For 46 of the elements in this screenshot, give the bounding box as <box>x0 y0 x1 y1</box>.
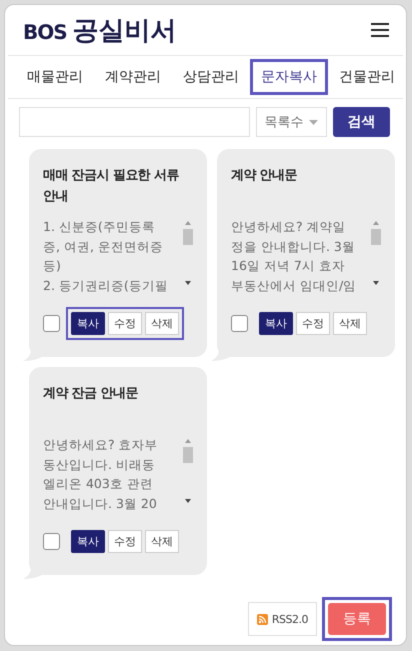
nav-tab[interactable]: 건물관리 <box>328 59 406 95</box>
card-title: 계약 잔금 안내문 <box>43 385 139 403</box>
card-title: 계약 안내문 <box>231 167 298 185</box>
caret-icon <box>308 120 318 124</box>
message-line: 엘리온 403호 관련 <box>43 475 154 493</box>
message-textarea[interactable]: 안녕하세요? 계약일 정을 안내합니다. 3월 16일 저녁 7시 효자 부동산에서 임대인/임 <box>231 217 381 297</box>
message-line: 동산입니다. 비래동 <box>43 456 156 474</box>
message-line: 안녕하세요? 계약일 <box>231 218 347 236</box>
message-line: 부동산에서 임대인/임 <box>231 276 356 294</box>
checkbox[interactable] <box>231 315 248 332</box>
nav-tab[interactable]: 상담관리 <box>172 59 250 95</box>
card-button[interactable]: 복사 <box>71 530 105 553</box>
card-button[interactable]: 수정 <box>108 530 142 553</box>
message-line: 증, 여권, 운전면허증 <box>43 238 164 256</box>
message-line: 안내입니다. 3월 20 <box>43 494 158 512</box>
message-textarea[interactable]: 안녕하세요? 효자부 동산입니다. 비래동 엘리온 403호 관련 안내입니다. 3월 20 <box>43 435 193 515</box>
card-button[interactable]: 삭제 <box>333 312 367 335</box>
search-button[interactable]: 검색 <box>332 107 390 137</box>
message-line: 안녕하세요? 효자부 <box>43 436 158 454</box>
card-button[interactable]: 삭제 <box>145 530 179 553</box>
rss-icon <box>256 614 268 624</box>
scrollbar-icon <box>183 437 193 505</box>
checkbox[interactable] <box>43 315 60 332</box>
logo[interactable]: BOS 공실비서 <box>23 12 177 48</box>
menu-icon[interactable] <box>371 23 389 37</box>
scrollbar-icon <box>183 219 193 287</box>
card-button[interactable]: 복사 <box>259 312 293 335</box>
message-line: 1. 신분증(주민등록 <box>43 218 156 236</box>
search-field[interactable] <box>19 107 250 137</box>
checkbox[interactable] <box>43 533 60 550</box>
nav-tab[interactable]: 매물관리 <box>16 59 94 95</box>
message-line: 2. 등기권리증(등기필 <box>43 276 168 294</box>
message-line: 16일 저녁 7시 효자 <box>231 257 346 275</box>
rss-button[interactable]: RSS2.0 <box>248 602 317 636</box>
card-button[interactable]: 삭제 <box>145 312 179 335</box>
card-title: 매매 잔금시 필요한 서류 안내 <box>43 167 180 206</box>
message-textarea[interactable]: 1. 신분증(주민등록 증, 여권, 운전면허증 등) 2. 등기권리증(등기필 <box>43 217 193 297</box>
list-count-select[interactable]: 목록수 <box>256 107 327 137</box>
nav-tab[interactable]: 계약관리 <box>94 59 172 95</box>
card-button[interactable]: 복사 <box>71 312 105 335</box>
card-button[interactable]: 수정 <box>296 312 330 335</box>
message-line: 정을 안내합니다. 3월 <box>231 238 356 256</box>
nav-tab[interactable]: 문자복사 <box>250 59 328 95</box>
card-button[interactable]: 수정 <box>108 312 142 335</box>
scrollbar-icon <box>371 219 381 287</box>
message-line: 등) <box>43 257 62 275</box>
